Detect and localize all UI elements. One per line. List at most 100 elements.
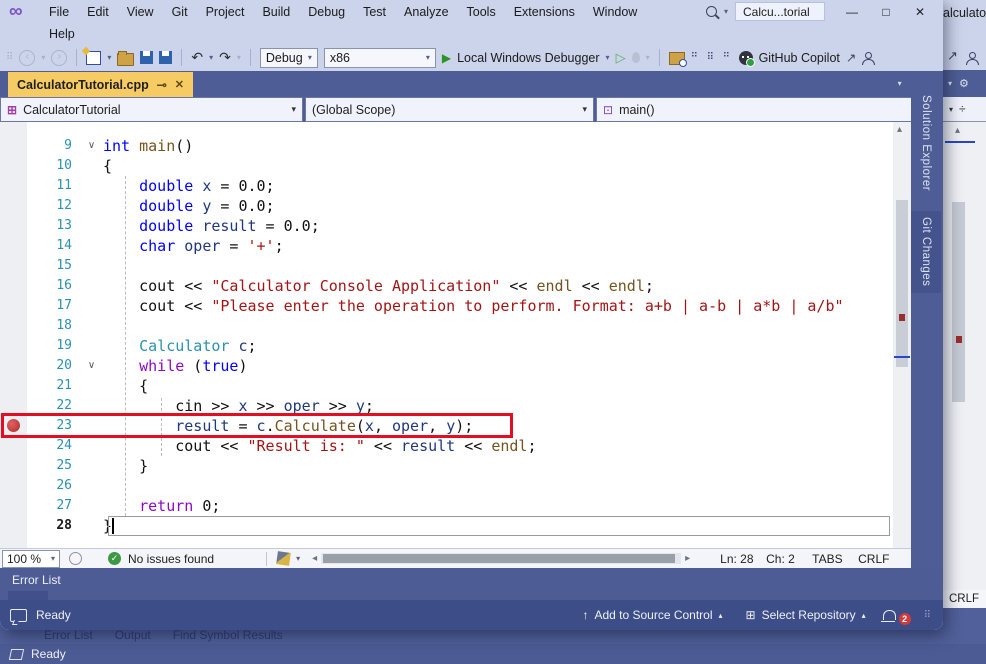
toolbar-grip-icon[interactable]: ⠿ <box>6 52 13 63</box>
breakpoint-margin[interactable] <box>0 456 27 476</box>
menu-file[interactable]: File <box>40 5 78 19</box>
whitespace-toggle-icon[interactable]: ⠛ <box>691 52 701 64</box>
maximize-button[interactable]: □ <box>869 1 903 23</box>
scroll-up-icon[interactable]: ▴ <box>955 125 960 136</box>
symbol-dropdown[interactable]: ⊡ main() ▾ <box>596 97 924 122</box>
feedback-person-icon[interactable] <box>862 52 874 64</box>
indent-guides-icon[interactable]: ⠿ <box>707 52 717 64</box>
breakpoint-margin[interactable] <box>0 316 27 336</box>
undo-caret-icon[interactable]: ▾ <box>209 53 213 62</box>
code-line-19[interactable]: 19 Calculator c; <box>0 336 893 356</box>
menu-view[interactable]: View <box>118 5 163 19</box>
error-list-panel[interactable]: Error List <box>0 568 943 600</box>
editor-vertical-scrollbar[interactable]: ▴ <box>893 122 911 548</box>
breakpoint-margin[interactable] <box>0 236 27 256</box>
menu-analyze[interactable]: Analyze <box>395 5 457 19</box>
breakpoint-margin[interactable] <box>0 156 27 176</box>
code-line-24[interactable]: 24 cout << "Result is: " << result << en… <box>0 436 893 456</box>
breakpoint-margin[interactable] <box>0 196 27 216</box>
code-text[interactable]: cout << "Result is: " << result << endl; <box>103 436 537 456</box>
document-health-icon[interactable] <box>69 552 82 565</box>
search-caret-icon[interactable]: ▾ <box>724 7 728 16</box>
pin-icon[interactable]: ⊸ <box>157 78 167 92</box>
code-line-10[interactable]: 10{ <box>0 156 893 176</box>
breakpoint-margin[interactable] <box>0 276 27 296</box>
scrollbar-thumb[interactable] <box>323 554 675 563</box>
code-cleanup-broom-icon[interactable] <box>276 551 291 566</box>
scroll-up-icon[interactable]: ▴ <box>897 124 902 135</box>
horizontal-scrollbar[interactable] <box>321 553 681 564</box>
scroll-left-icon[interactable]: ◂ <box>312 553 317 564</box>
code-text[interactable]: char oper = '+'; <box>103 236 284 256</box>
search-icon[interactable] <box>706 6 717 17</box>
code-line-15[interactable]: 15 <box>0 256 893 276</box>
issues-status-label[interactable]: No issues found <box>128 552 214 566</box>
code-line-17[interactable]: 17 cout << "Please enter the operation t… <box>0 296 893 316</box>
code-text[interactable]: double x = 0.0; <box>103 176 275 196</box>
breakpoint-margin[interactable] <box>0 516 27 536</box>
back-caret-icon[interactable]: ▾ <box>41 53 45 62</box>
breakpoint-margin[interactable] <box>0 336 27 356</box>
find-in-files-icon[interactable] <box>669 52 685 65</box>
run-label[interactable]: Local Windows Debugger <box>457 51 599 65</box>
code-line-21[interactable]: 21 { <box>0 376 893 396</box>
project-dropdown[interactable]: ⊞ CalculatorTutorial ▾ <box>0 97 303 122</box>
cleanup-caret-icon[interactable]: ▾ <box>296 554 300 563</box>
code-text[interactable]: Calculator c; <box>103 336 257 356</box>
error-list-title[interactable]: Error List <box>0 568 943 587</box>
menu-git[interactable]: Git <box>163 5 197 19</box>
breakpoint-margin[interactable] <box>0 216 27 236</box>
close-button[interactable]: ✕ <box>903 1 937 23</box>
github-copilot-icon[interactable] <box>739 51 753 65</box>
new-project-caret-icon[interactable]: ▾ <box>107 53 111 62</box>
save-all-icon[interactable] <box>159 51 172 64</box>
code-text[interactable]: { <box>103 376 148 396</box>
menu-window[interactable]: Window <box>584 5 646 19</box>
add-to-source-control-button[interactable]: ↑ Add to Source Control ▴ <box>582 608 722 622</box>
code-editor[interactable]: 9∨int main()10{11 double x = 0.0;12 doub… <box>0 122 893 548</box>
redo-icon[interactable]: ↷ <box>219 49 231 66</box>
share-icon[interactable]: ↗ <box>846 50 856 65</box>
menu-help[interactable]: Help <box>40 27 84 41</box>
menu-project[interactable]: Project <box>197 5 254 19</box>
code-line-13[interactable]: 13 double result = 0.0; <box>0 216 893 236</box>
minimize-button[interactable]: — <box>835 1 869 23</box>
open-folder-icon[interactable] <box>117 53 134 66</box>
menu-extensions[interactable]: Extensions <box>505 5 584 19</box>
redo-caret-icon[interactable]: ▾ <box>237 53 241 62</box>
zoom-dropdown[interactable]: 100 % ▾ <box>2 550 60 568</box>
code-text[interactable]: cout << "Calculator Console Application"… <box>103 276 654 296</box>
tab-solution-explorer[interactable]: Solution Explorer <box>911 89 941 197</box>
code-line-25[interactable]: 25 } <box>0 456 893 476</box>
menu-test[interactable]: Test <box>354 5 395 19</box>
breakpoint-margin[interactable] <box>0 176 27 196</box>
code-text[interactable]: double result = 0.0; <box>103 216 320 236</box>
code-text[interactable]: cout << "Please enter the operation to p… <box>103 296 844 316</box>
start-without-debugging-icon[interactable]: ▷ <box>616 50 626 66</box>
profiler-caret-icon[interactable]: ▾ <box>646 53 650 62</box>
run-caret-icon[interactable]: ▾ <box>606 53 610 62</box>
undo-icon[interactable]: ↶ <box>191 49 203 66</box>
breakpoint-margin[interactable] <box>0 496 27 516</box>
code-line-11[interactable]: 11 double x = 0.0; <box>0 176 893 196</box>
breakpoint-margin[interactable] <box>0 136 27 156</box>
code-line-26[interactable]: 26 <box>0 476 893 496</box>
tab-calculatortutorial-cpp[interactable]: CalculatorTutorial.cpp ⊸ ✕ <box>8 72 193 97</box>
breakpoint-margin[interactable] <box>0 476 27 496</box>
code-text[interactable]: } <box>103 456 148 476</box>
fold-chevron-icon[interactable]: ∨ <box>80 356 103 376</box>
menu-build[interactable]: Build <box>253 5 299 19</box>
code-text[interactable]: double y = 0.0; <box>103 196 275 216</box>
navigate-forward-icon[interactable]: › <box>51 50 67 66</box>
code-line-12[interactable]: 12 double y = 0.0; <box>0 196 893 216</box>
menu-debug[interactable]: Debug <box>299 5 354 19</box>
tabs-indicator[interactable]: TABS <box>812 552 858 566</box>
tab-list-caret-icon[interactable]: ▾ <box>898 76 902 96</box>
fold-chevron-icon[interactable]: ∨ <box>80 136 103 156</box>
platform-dropdown[interactable]: x86 ▾ <box>324 48 436 68</box>
breakpoint-margin[interactable] <box>0 376 27 396</box>
select-repository-button[interactable]: ⊞ Select Repository ▴ <box>746 608 866 622</box>
navigate-back-icon[interactable]: ‹ <box>19 50 35 66</box>
new-project-icon[interactable] <box>86 51 101 65</box>
code-text[interactable]: { <box>103 156 112 176</box>
